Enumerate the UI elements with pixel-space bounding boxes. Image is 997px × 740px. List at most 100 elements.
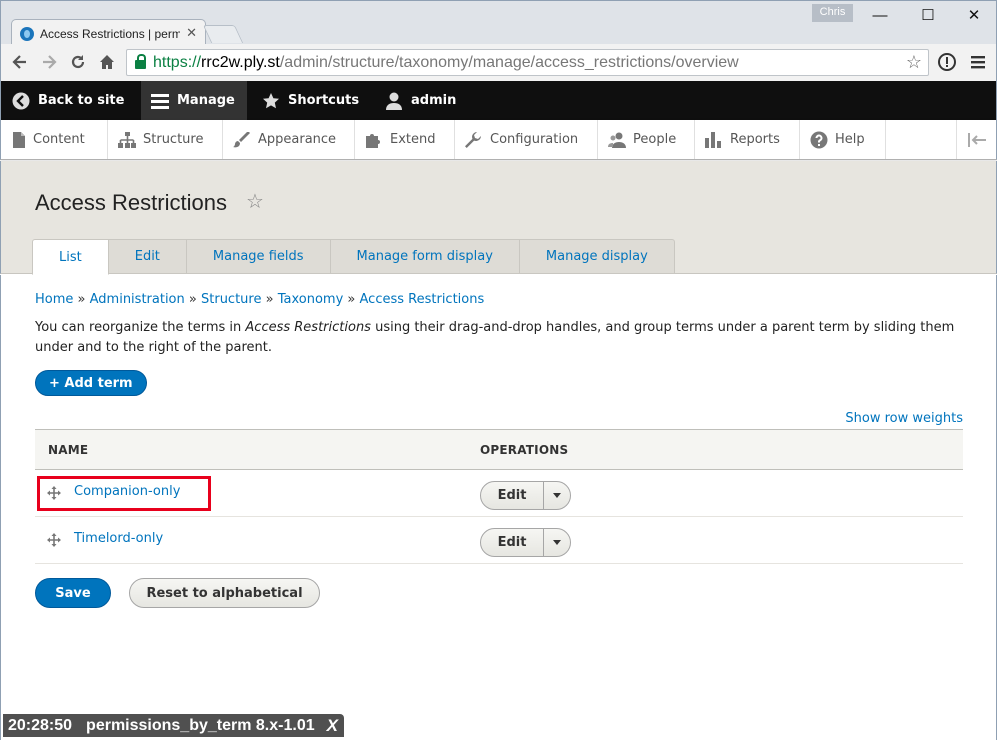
tab-edit[interactable]: Edit (108, 239, 187, 274)
add-shortcut-star-icon[interactable]: ☆ (246, 189, 264, 213)
orientation-toggle-icon[interactable] (956, 120, 996, 159)
browser-toolbar: https:// rrc2w.ply.st /admin/structure/t… (0, 44, 997, 81)
edit-button[interactable]: Edit (481, 482, 544, 509)
menu-item-label: People (633, 132, 677, 147)
browser-menu-icon[interactable] (967, 52, 989, 74)
column-header-operations: OPERATIONS (480, 443, 569, 457)
shortcuts-label: Shortcuts (288, 93, 360, 108)
menu-item-label: Configuration (490, 132, 579, 147)
url-path: /admin/structure/taxonomy/manage/access_… (279, 53, 739, 71)
drupal-admin-toolbar: Back to site Manage Shortcuts admin (0, 81, 997, 120)
document-icon (13, 131, 25, 148)
back-to-site-link[interactable]: Back to site (2, 81, 136, 120)
menu-item-label: Reports (730, 132, 780, 147)
table-header: NAME OPERATIONS (35, 429, 963, 470)
terms-table: NAME OPERATIONS Companion-only Edit Time… (35, 429, 963, 564)
structure-icon (118, 131, 136, 148)
overlay-close-icon[interactable]: X (327, 716, 338, 736)
tab-title: Access Restrictions | perm (40, 26, 180, 41)
dropbutton-toggle[interactable] (544, 529, 570, 556)
manage-tray-toggle[interactable]: Manage (141, 81, 247, 120)
breadcrumb-structure[interactable]: Structure (201, 292, 261, 307)
operations-dropbutton: Edit (480, 481, 571, 510)
overlay-time: 20:28:50 (8, 716, 73, 734)
new-tab-button[interactable] (202, 25, 244, 43)
page-title: Access Restrictions (35, 190, 227, 215)
term-link[interactable]: Companion-only (74, 484, 180, 499)
menu-item-structure[interactable]: Structure (108, 120, 223, 159)
overlay-label: permissions_by_term 8.x-1.01 (86, 716, 315, 734)
breadcrumb-taxonomy[interactable]: Taxonomy (278, 292, 344, 307)
tab-manage-fields[interactable]: Manage fields (186, 239, 331, 274)
back-to-site-label: Back to site (38, 93, 125, 108)
shortcuts-tray-toggle[interactable]: Shortcuts (252, 81, 371, 120)
menu-item-label: Structure (143, 132, 204, 147)
address-bar[interactable]: https:// rrc2w.ply.st /admin/structure/t… (126, 49, 929, 76)
chevron-down-icon (553, 493, 561, 498)
tab-close-icon[interactable]: ✕ (186, 26, 197, 41)
drag-handle-icon[interactable] (47, 486, 61, 500)
help-text-vocabulary: Access Restrictions (245, 320, 371, 335)
term-link[interactable]: Timelord-only (74, 531, 163, 546)
reset-alphabetical-button[interactable]: Reset to alphabetical (129, 578, 320, 608)
menu-item-help[interactable]: Help (800, 120, 886, 159)
breadcrumb-administration[interactable]: Administration (90, 292, 185, 307)
menu-item-content[interactable]: Content (2, 120, 108, 159)
user-tray-toggle[interactable]: admin (375, 81, 468, 120)
help-text: You can reorganize the terms in Access R… (35, 318, 955, 358)
menu-item-configuration[interactable]: Configuration (455, 120, 598, 159)
browser-titlebar: Access Restrictions | perm ✕ Chris — ☐ ✕ (0, 0, 997, 47)
primary-tabs: List Edit Manage fields Manage form disp… (32, 239, 675, 275)
url-scheme: https:// (153, 53, 202, 71)
drag-handle-icon[interactable] (47, 533, 61, 547)
operations-dropbutton: Edit (480, 528, 571, 557)
url-host: rrc2w.ply.st (201, 53, 280, 71)
paintbrush-icon (233, 131, 250, 147)
table-row: Timelord-only Edit (35, 517, 963, 564)
breadcrumb-access-restrictions[interactable]: Access Restrictions (360, 292, 485, 307)
menu-item-people[interactable]: People (598, 120, 695, 159)
main-content: Home » Administration » Structure » Taxo… (0, 275, 997, 740)
tab-manage-display[interactable]: Manage display (519, 239, 675, 274)
back-arrow-icon[interactable] (9, 52, 31, 74)
user-icon (386, 92, 402, 110)
menu-item-appearance[interactable]: Appearance (223, 120, 355, 159)
tab-manage-form-display[interactable]: Manage form display (330, 239, 520, 274)
secure-lock-icon (135, 54, 146, 69)
tab-list[interactable]: List (32, 239, 109, 275)
window-close-button[interactable]: ✕ (952, 5, 996, 27)
add-term-button[interactable]: + Add term (35, 370, 147, 396)
drupal-favicon-icon (20, 26, 34, 41)
hamburger-icon (151, 93, 169, 109)
browser-profile-chip[interactable]: Chris (812, 4, 853, 22)
edit-button[interactable]: Edit (481, 529, 544, 556)
menu-item-label: Extend (390, 132, 436, 147)
bookmark-star-icon[interactable]: ☆ (906, 52, 922, 73)
browser-tab[interactable]: Access Restrictions | perm ✕ (11, 19, 206, 47)
maximize-button[interactable]: ☐ (906, 5, 950, 27)
breadcrumb-separator: » (347, 292, 360, 307)
menu-item-label: Content (33, 132, 85, 147)
back-circle-icon (12, 92, 30, 109)
forward-arrow-icon[interactable] (38, 52, 60, 74)
save-button[interactable]: Save (35, 578, 111, 608)
reload-icon[interactable] (67, 52, 89, 74)
breadcrumb-home[interactable]: Home (35, 292, 73, 307)
extension-icon[interactable] (936, 52, 958, 74)
admin-menu-tray: Content Structure Appearance Extend Conf… (0, 120, 997, 160)
chevron-down-icon (553, 540, 561, 545)
breadcrumb-separator: » (265, 292, 278, 307)
menu-item-extend[interactable]: Extend (355, 120, 455, 159)
column-header-name: NAME (48, 443, 89, 457)
puzzle-icon (366, 133, 380, 148)
minimize-button[interactable]: — (858, 5, 902, 27)
show-row-weights-link[interactable]: Show row weights (845, 411, 963, 426)
wrench-icon (465, 131, 481, 148)
breadcrumb-separator: » (77, 292, 90, 307)
home-icon[interactable] (96, 52, 118, 74)
dropbutton-toggle[interactable] (544, 482, 570, 509)
menu-item-label: Appearance (258, 132, 337, 147)
menu-item-reports[interactable]: Reports (695, 120, 800, 159)
people-icon (608, 132, 626, 148)
bar-chart-icon (705, 131, 721, 148)
